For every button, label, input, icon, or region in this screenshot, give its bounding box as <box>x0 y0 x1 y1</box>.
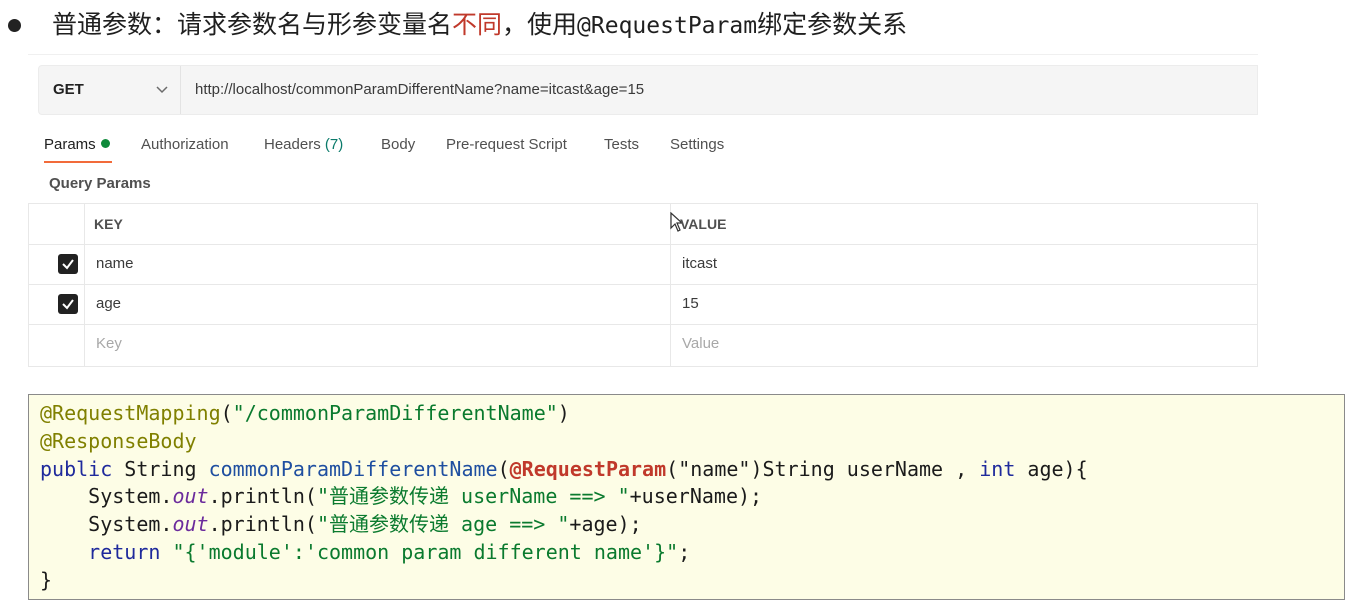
code-token: @RequestParam <box>509 456 667 481</box>
code-text: @RequestMapping("/commonParamDifferentNa… <box>40 400 1088 595</box>
tab-active-underline <box>44 161 112 163</box>
key-column-header: KEY <box>94 216 123 232</box>
url-bar: GET http://localhost/commonParamDifferen… <box>38 65 1258 115</box>
code-token: age ==> " <box>449 512 570 537</box>
code-token: } <box>40 567 53 592</box>
tab-authorization[interactable]: Authorization <box>141 135 229 155</box>
code-token: "/commonParamDifferentName" <box>232 401 558 425</box>
code-token: String userName , <box>762 456 980 481</box>
code-token: " <box>316 484 329 509</box>
code-token: String <box>112 456 209 481</box>
code-token: +age); <box>569 512 642 537</box>
check-icon <box>62 299 74 310</box>
new-key-input[interactable]: Key <box>96 335 122 352</box>
heading-highlight: 不同 <box>452 10 503 39</box>
check-icon <box>62 259 74 270</box>
code-token: ("name") <box>666 456 763 481</box>
tab-params[interactable]: Params <box>44 135 110 155</box>
code-token: ( <box>497 456 510 481</box>
heading-annotation: @RequestParam <box>577 13 758 39</box>
tab-headers-label: Headers <box>264 136 321 153</box>
code-token: return <box>40 539 173 564</box>
param-key[interactable]: name <box>96 255 134 272</box>
table-row: age 15 <box>29 284 1257 325</box>
code-token: commonParamDifferentName <box>208 456 498 481</box>
code-token: age){ <box>1015 456 1088 481</box>
slide-heading: 普通参数：请求参数名与形参变量名不同，使用@RequestParam绑定参数关系 <box>52 8 907 43</box>
code-token: "{'module':'common param different name'… <box>172 539 679 564</box>
table-header-row: KEY VALUE <box>29 204 1257 245</box>
query-params-title: Query Params <box>49 175 151 192</box>
code-token: ) <box>557 401 570 425</box>
code-token: .println( <box>208 512 317 537</box>
code-token: " <box>316 512 329 537</box>
tab-settings[interactable]: Settings <box>670 135 724 155</box>
code-block: @RequestMapping("/commonParamDifferentNa… <box>28 394 1345 600</box>
code-token: out <box>172 512 209 537</box>
code-token: System. <box>40 484 173 509</box>
tab-headers[interactable]: Headers (7) <box>264 135 343 155</box>
headers-count: (7) <box>324 136 344 153</box>
code-token: int <box>979 456 1016 481</box>
params-status-dot <box>100 139 110 148</box>
param-key[interactable]: age <box>96 295 121 312</box>
heading-prefix: 普通参数：请求参数名与形参变量名 <box>52 10 453 39</box>
postman-request-panel: GET http://localhost/commonParamDifferen… <box>28 54 1258 368</box>
method-label: GET <box>53 81 84 98</box>
table-row-new: Key Value <box>29 324 1257 364</box>
code-token: userName ==> " <box>449 484 630 509</box>
tab-params-label: Params <box>44 136 96 153</box>
new-value-input[interactable]: Value <box>682 335 719 352</box>
query-params-table: KEY VALUE name itcast age 15 Key Value <box>28 203 1258 367</box>
bullet-icon <box>8 19 21 32</box>
value-column-header: VALUE <box>680 216 727 232</box>
code-token: .println( <box>208 484 317 509</box>
code-token: @RequestMapping <box>40 401 221 425</box>
code-token: 普通参数传递 <box>329 512 449 537</box>
code-token: 普通参数传递 <box>329 484 449 509</box>
code-token: public <box>40 456 113 481</box>
param-value[interactable]: itcast <box>682 255 717 272</box>
heading-suffix: 绑定参数关系 <box>757 10 908 39</box>
code-token: +userName); <box>629 484 763 509</box>
row-checkbox[interactable] <box>58 294 78 314</box>
code-token: ( <box>220 401 233 425</box>
chevron-down-icon <box>156 86 168 94</box>
table-row: name itcast <box>29 244 1257 285</box>
row-checkbox[interactable] <box>58 254 78 274</box>
heading-sep: ，使用 <box>502 10 578 39</box>
code-token: out <box>172 484 209 509</box>
param-value[interactable]: 15 <box>682 295 699 312</box>
url-input[interactable]: http://localhost/commonParamDifferentNam… <box>195 81 644 98</box>
code-token: @ResponseBody <box>40 428 197 453</box>
tab-tests[interactable]: Tests <box>604 135 639 155</box>
tab-body[interactable]: Body <box>381 135 415 155</box>
tab-pre-request-script[interactable]: Pre-request Script <box>446 135 567 155</box>
method-select[interactable]: GET <box>39 66 181 114</box>
code-token: System. <box>40 512 173 537</box>
code-token: ; <box>678 539 691 564</box>
